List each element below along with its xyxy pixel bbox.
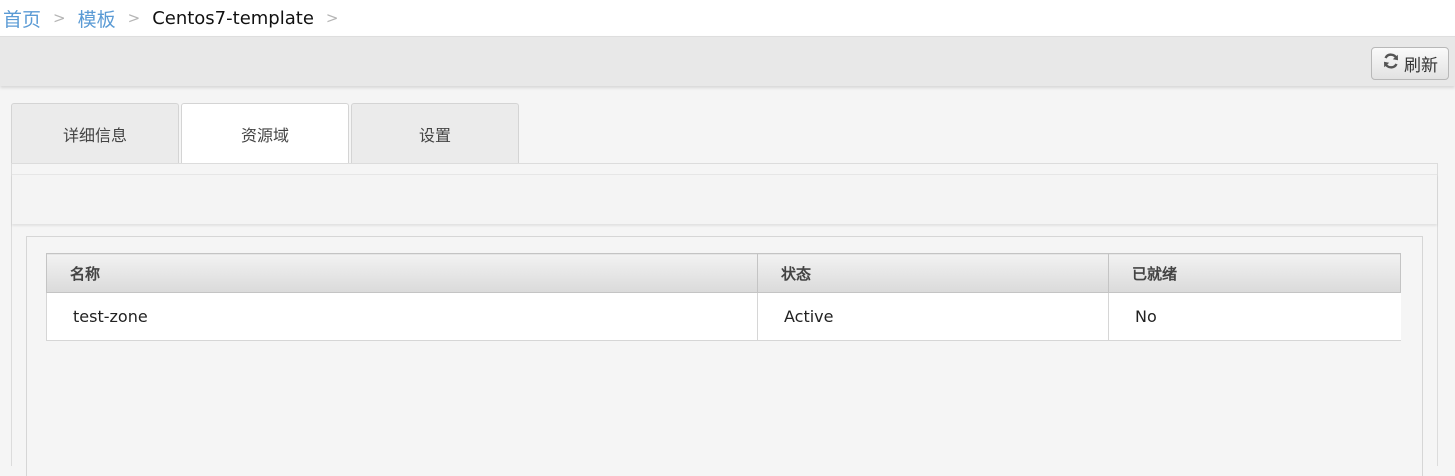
refresh-icon <box>1382 52 1404 75</box>
cell-name: test-zone <box>46 292 758 341</box>
refresh-label: 刷新 <box>1404 56 1438 76</box>
tab-bar: 详细信息 资源域 设置 <box>11 103 521 164</box>
tab-settings[interactable]: 设置 <box>351 103 519 163</box>
toolbar: 刷新 <box>0 36 1455 86</box>
column-header-ready[interactable]: 已就绪 <box>1108 253 1401 293</box>
refresh-button[interactable]: 刷新 <box>1371 47 1449 80</box>
breadcrumb-current: Centos7-template <box>152 7 314 29</box>
breadcrumb-templates-link[interactable]: 模板 <box>78 5 116 32</box>
breadcrumb-separator: > <box>127 9 141 27</box>
cell-state: Active <box>757 292 1109 341</box>
breadcrumb-home-link[interactable]: 首页 <box>3 5 41 32</box>
breadcrumb-separator: > <box>325 9 339 27</box>
zones-table: 名称 状态 已就绪 test-zone Active No <box>46 253 1401 341</box>
tab-panel: 名称 状态 已就绪 test-zone Active No <box>11 163 1438 476</box>
breadcrumb-separator: > <box>53 9 66 27</box>
tab-zones[interactable]: 资源域 <box>181 103 349 164</box>
cell-ready: No <box>1108 292 1401 341</box>
grid-container: 名称 状态 已就绪 test-zone Active No <box>26 236 1423 476</box>
table-row[interactable]: test-zone Active No <box>46 292 1401 341</box>
column-header-name[interactable]: 名称 <box>46 253 758 293</box>
tab-details[interactable]: 详细信息 <box>11 103 179 163</box>
table-header-row: 名称 状态 已就绪 <box>46 253 1401 293</box>
panel-header <box>12 174 1437 224</box>
breadcrumb: 首页 > 模板 > Centos7-template > <box>0 0 1455 36</box>
column-header-state[interactable]: 状态 <box>757 253 1109 293</box>
